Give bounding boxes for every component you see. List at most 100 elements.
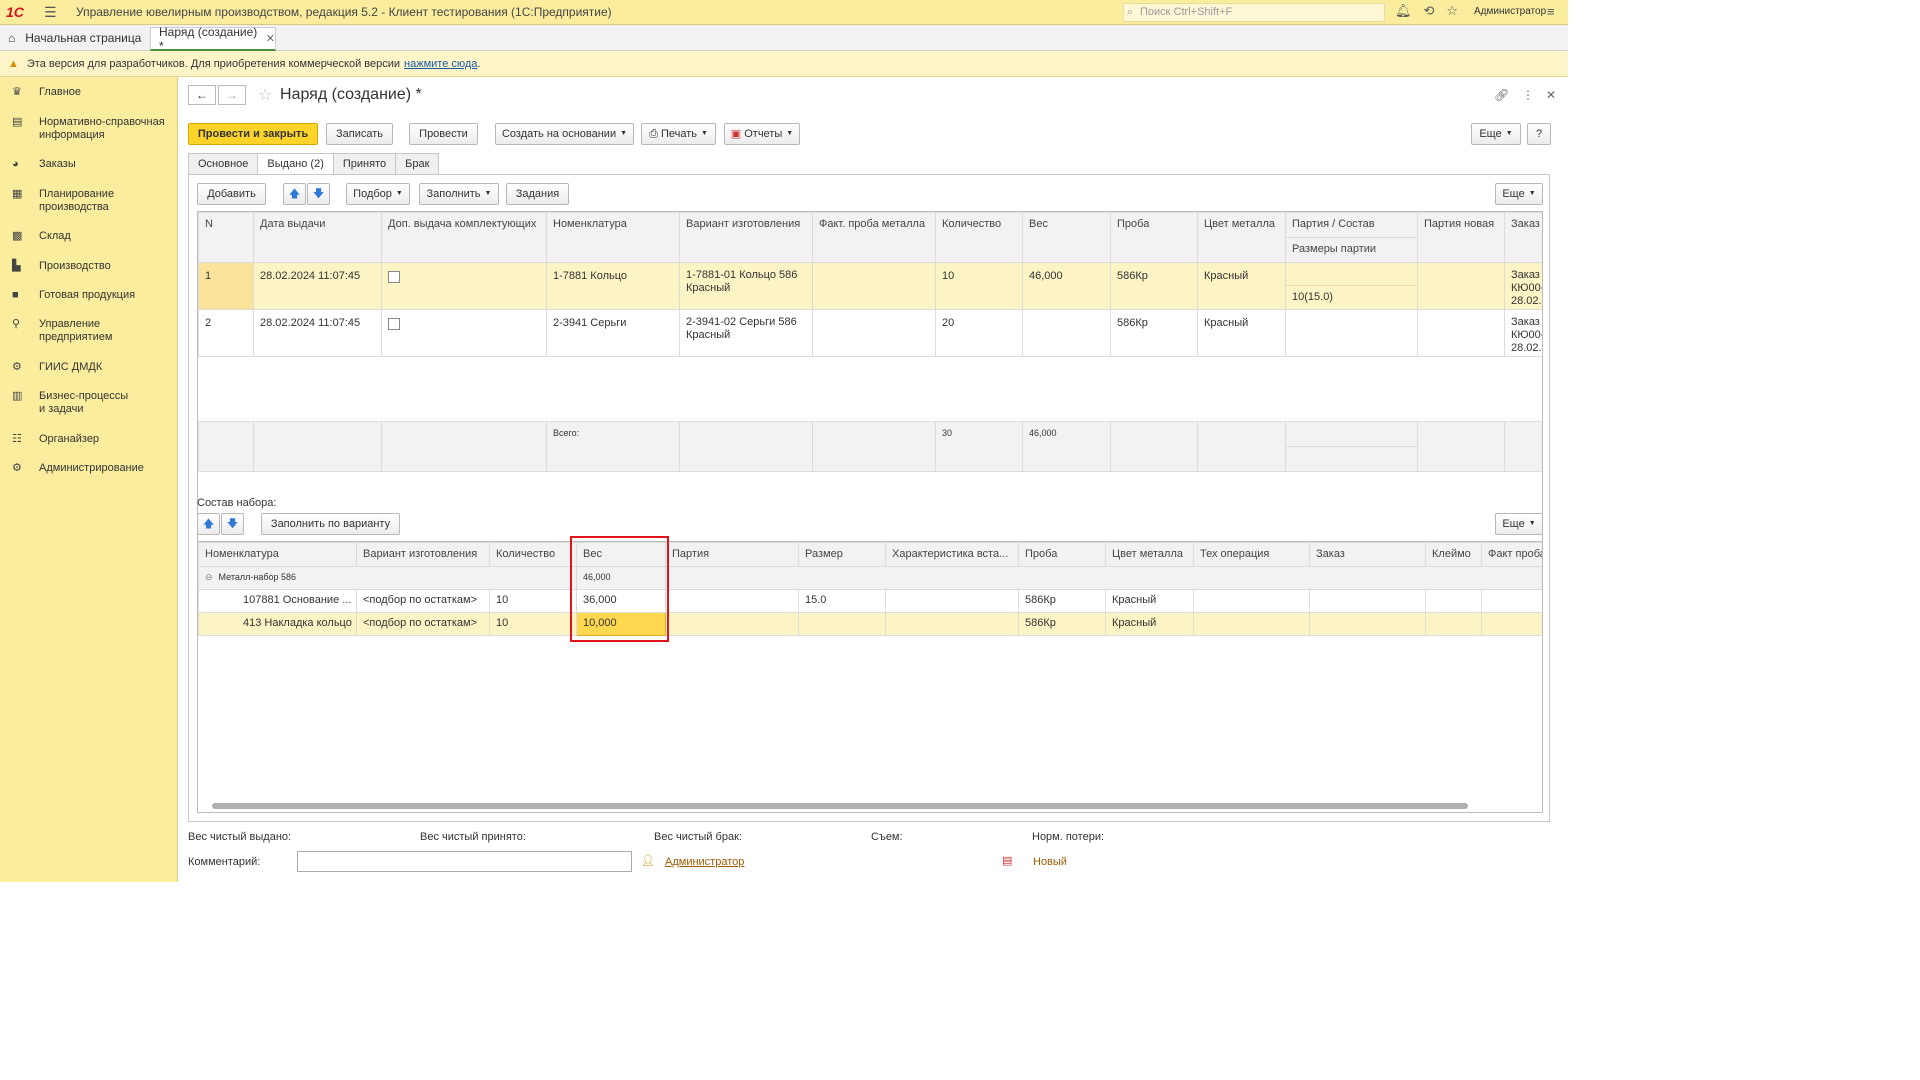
col-order[interactable]: Заказ — [1309, 542, 1426, 567]
composition-table[interactable]: Номенклатура Вариант изготовления Количе… — [197, 541, 1543, 813]
menu-icon[interactable]: ☰ — [44, 4, 58, 21]
tab-home[interactable]: ⌂ Начальная страница — [0, 25, 141, 51]
col-fact-proba[interactable]: Факт. проба металла — [812, 212, 936, 263]
gear-icon: ⚙ — [12, 462, 22, 474]
table-row[interactable]: 413 Накладка кольцо <подбор по остаткам>… — [198, 612, 1542, 636]
col-extra-components[interactable]: Доп. выдача комплектующих — [381, 212, 547, 263]
sidebar-item-planning[interactable]: ▦ Планирование производства — [12, 188, 129, 214]
composition-label: Состав набора: — [197, 497, 277, 509]
col-variant[interactable]: Вариант изготовления — [356, 542, 490, 567]
more-vertical-icon[interactable]: ⋮ — [1522, 88, 1534, 102]
table-row[interactable]: 2 28.02.2024 11:07:45 2-3941 Серьги 2-39… — [198, 309, 1542, 357]
fill-by-variant-button[interactable]: Заполнить по варианту — [261, 513, 400, 535]
col-nomenclature[interactable]: Номенклатура — [198, 542, 357, 567]
responsible-link[interactable]: Администратор — [665, 856, 744, 868]
gear-link-icon: ⚙ — [12, 361, 22, 373]
reports-button[interactable]: ▣ Отчеты ▼ — [724, 123, 800, 145]
fill-button[interactable]: Заполнить ▼ — [419, 183, 499, 205]
move-down-button[interactable]: 🡇 — [307, 183, 330, 205]
sidebar-item-main[interactable]: ♛ Главное — [12, 86, 81, 99]
issued-more-button[interactable]: Еще ▼ — [1495, 183, 1543, 205]
arrow-up-icon: 🡅 — [288, 188, 301, 200]
notification-bell-icon[interactable]: 🔔︎ — [1395, 3, 1412, 19]
purchase-link[interactable]: нажмите сюда — [404, 58, 477, 70]
sidebar-item-enterprise[interactable]: ⚲ Управление предприятием — [12, 318, 129, 344]
col-quantity[interactable]: Количество — [935, 212, 1023, 263]
select-button[interactable]: Подбор ▼ — [346, 183, 410, 205]
col-proba[interactable]: Проба — [1018, 542, 1106, 567]
totals-row: Всего: 30 46,000 — [198, 421, 1542, 472]
col-n[interactable]: N — [198, 212, 254, 263]
create-based-on-button[interactable]: Создать на основании ▼ — [495, 123, 634, 145]
tab-issued[interactable]: Выдано (2) — [257, 153, 334, 175]
tab-defect[interactable]: Брак — [395, 153, 440, 175]
tab-document[interactable]: Наряд (создание) * ✕ — [150, 25, 276, 53]
col-insert-characteristic[interactable]: Характеристика вста... — [885, 542, 1019, 567]
save-button[interactable]: Записать — [326, 123, 393, 145]
col-party[interactable]: Партия — [665, 542, 799, 567]
col-issue-date[interactable]: Дата выдачи — [253, 212, 382, 263]
col-size[interactable]: Размер — [798, 542, 886, 567]
grid-icon: ▩ — [12, 230, 23, 242]
close-tab-icon[interactable]: ✕ — [266, 32, 275, 45]
back-button[interactable]: ← — [188, 85, 216, 105]
history-icon[interactable]: ⟲ — [1424, 3, 1435, 19]
tab-main[interactable]: Основное — [188, 153, 259, 175]
sidebar-item-business-processes[interactable]: ▥ Бизнес-процессы и задачи — [12, 390, 134, 416]
add-button[interactable]: Добавить — [197, 183, 266, 205]
sidebar-item-finished-goods[interactable]: ■ Готовая продукция — [12, 289, 135, 302]
current-user[interactable]: Администратор — [1474, 6, 1546, 17]
sidebar-item-administration[interactable]: ⚙ Администрирование — [12, 462, 144, 475]
sidebar-item-warehouse[interactable]: ▩ Склад — [12, 230, 71, 243]
table-row[interactable]: 1 28.02.2024 11:07:45 1-7881 Кольцо 1-78… — [198, 262, 1542, 310]
col-mark[interactable]: Клеймо — [1425, 542, 1482, 567]
status-value[interactable]: Новый — [1033, 856, 1067, 868]
favorites-star-icon[interactable]: ☆ — [1446, 3, 1458, 19]
col-proba[interactable]: Проба — [1110, 212, 1198, 263]
table-row[interactable]: 107881 Основание ... <подбор по остаткам… — [198, 589, 1542, 613]
col-tech-operation[interactable]: Тех операция — [1193, 542, 1310, 567]
help-button[interactable]: ? — [1527, 123, 1551, 145]
tab-received[interactable]: Принято — [332, 153, 397, 175]
sidebar-item-organizer[interactable]: ☷ Органайзер — [12, 433, 99, 446]
col-metal-color[interactable]: Цвет металла — [1105, 542, 1194, 567]
forward-button[interactable]: → — [218, 85, 246, 105]
col-nomenclature[interactable]: Номенклатура — [546, 212, 680, 263]
comment-input[interactable] — [297, 851, 632, 872]
col-fact-proba[interactable]: Факт проба — [1481, 542, 1542, 567]
norm-loss-label: Норм. потери: — [1032, 831, 1105, 843]
extra-components-checkbox[interactable] — [388, 271, 400, 283]
favorite-star-icon[interactable]: ☆ — [258, 85, 272, 105]
sidebar-item-production[interactable]: ▙ Производство — [12, 260, 111, 273]
print-button[interactable]: ⎙ Печать ▼ — [641, 123, 716, 145]
col-metal-color[interactable]: Цвет металла — [1197, 212, 1286, 263]
col-quantity[interactable]: Количество — [489, 542, 577, 567]
comp-more-button[interactable]: Еще ▼ — [1495, 513, 1543, 535]
sidebar-item-giis[interactable]: ⚙ ГИИС ДМДК — [12, 361, 102, 374]
search-input[interactable]: ⌕ Поиск Ctrl+Shift+F — [1123, 3, 1385, 22]
issued-table[interactable]: N Дата выдачи Доп. выдача комплектующих … — [197, 211, 1543, 563]
col-weight[interactable]: Вес — [1022, 212, 1111, 263]
settings-menu-icon[interactable]: ≡ — [1547, 4, 1555, 19]
col-variant[interactable]: Вариант изготовления — [679, 212, 813, 263]
group-row[interactable]: ⊖ Металл-набор 586 46,000 — [198, 566, 1542, 590]
comp-move-up-button[interactable]: 🡅 — [197, 513, 220, 535]
document-form: ← → ☆ Наряд (создание) * 🔗︎ ⋮ ✕ Провести… — [178, 77, 1568, 882]
sidebar-item-orders[interactable]: ◕ Заказы — [12, 158, 76, 171]
composition-horizontal-scrollbar[interactable] — [202, 802, 1536, 810]
more-button[interactable]: Еще ▼ — [1471, 123, 1521, 145]
empty-area — [198, 356, 1542, 422]
close-form-icon[interactable]: ✕ — [1546, 88, 1556, 102]
post-and-close-button[interactable]: Провести и закрыть — [188, 123, 318, 145]
extra-components-checkbox[interactable] — [388, 318, 400, 330]
link-icon[interactable]: 🔗︎ — [1494, 88, 1509, 102]
col-new-party[interactable]: Партия новая — [1417, 212, 1505, 263]
post-button[interactable]: Провести — [409, 123, 478, 145]
tasks-button[interactable]: Задания — [506, 183, 569, 205]
comp-move-down-button[interactable]: 🡇 — [221, 513, 244, 535]
col-order[interactable]: Заказ — [1504, 212, 1542, 263]
col-party[interactable]: Партия / Состав Размеры партии — [1285, 212, 1418, 263]
move-up-button[interactable]: 🡅 — [283, 183, 306, 205]
sidebar-item-reference[interactable]: ▤ Нормативно-справочная информация — [12, 116, 172, 142]
collapse-icon[interactable]: ⊖ — [205, 572, 213, 582]
